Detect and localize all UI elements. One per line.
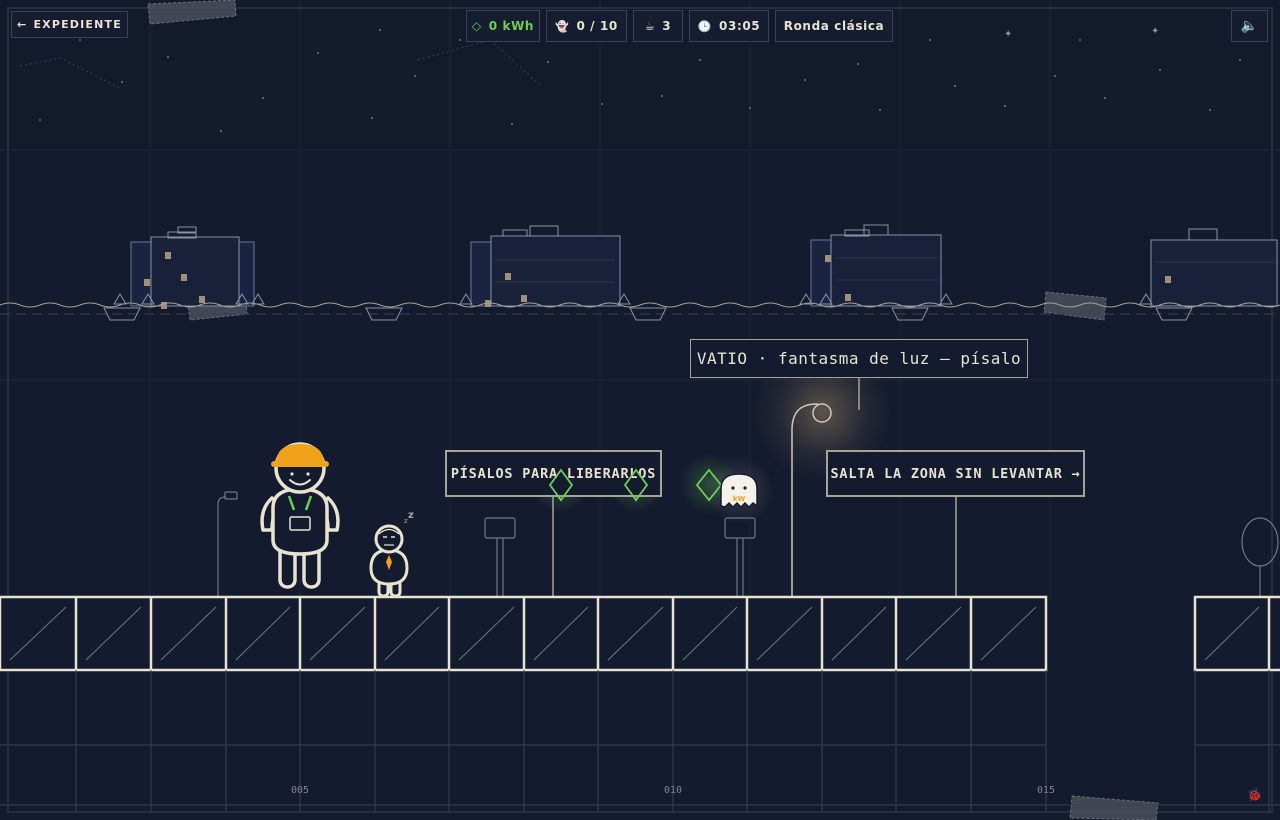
svg-text:✦: ✦ [1004, 29, 1012, 40]
mode-button[interactable]: Ronda clásica [775, 10, 893, 42]
coffee-icon: ☕ [644, 19, 656, 33]
mode-label: Ronda clásica [783, 19, 885, 33]
floor-tick-label: 010 [663, 785, 683, 796]
tutorial-sign-jump-zone: SALTA LA ZONA SIN LEVANTAR → [826, 450, 1085, 497]
coffee-counter: ☕ 3 [633, 10, 683, 42]
svg-text:✦: ✦ [1151, 26, 1159, 37]
jump-sign-text: SALTA LA ZONA SIN LEVANTAR → [830, 465, 1081, 482]
floor-tick-label: 015 [1036, 785, 1056, 796]
sleep-z-large: z [408, 510, 414, 521]
game-scene: ✦ ✦ kW z z [0, 0, 1280, 820]
energy-counter: ◇ 0 kWh [466, 10, 540, 42]
arrow-left-icon: ← [17, 18, 28, 31]
vatio-ghost[interactable]: kW [720, 473, 758, 509]
time-value: 03:05 [719, 19, 761, 33]
ghost-badge: kW [733, 495, 746, 503]
sound-toggle-button[interactable]: 🔈 [1231, 10, 1268, 42]
tutorial-sign-text: PÍSALOS PARA LIBERARLOS [450, 465, 657, 482]
clock-icon: 🕒 [697, 19, 713, 33]
vatio-sign-text: VATIO · fantasma de luz — písalo [696, 349, 1022, 368]
back-button-label: EXPEDIENTE [33, 18, 122, 31]
back-to-expediente-button[interactable]: ← EXPEDIENTE [11, 11, 128, 38]
ghost-count-value: 0 / 10 [576, 19, 618, 33]
coffee-count-value: 3 [662, 19, 672, 33]
ghost-icon: 👻 [555, 19, 570, 33]
ghost-counter: 👻 0 / 10 [546, 10, 627, 42]
speaker-icon: 🔈 [1240, 18, 1259, 34]
energy-icon: ◇ [471, 19, 482, 33]
vatio-label-sign: VATIO · fantasma de luz — písalo [690, 339, 1028, 378]
tutorial-sign-step-on-ghosts: PÍSALOS PARA LIBERARLOS [445, 450, 662, 497]
timer: 🕒 03:05 [689, 10, 769, 42]
energy-value: 0 kWh [488, 19, 535, 33]
floor-tick-label: 005 [290, 785, 310, 796]
bug-icon[interactable]: 🐞 [1247, 788, 1262, 802]
